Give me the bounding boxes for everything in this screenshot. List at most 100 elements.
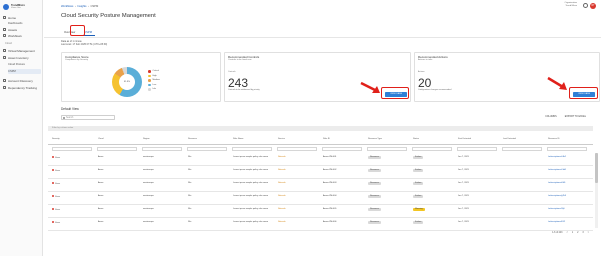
cell-rule-id: Azure-VM-001 xyxy=(323,156,337,158)
cell-cloud: Azure xyxy=(98,208,104,210)
page-3-button[interactable]: 3 xyxy=(582,232,583,234)
sidebar-item-account-discovery[interactable]: Account Discovery xyxy=(3,78,41,83)
cell-first: Jan 7, 2025 xyxy=(458,156,469,158)
donut-chart[interactable]: 51.3% xyxy=(112,67,142,97)
column-header[interactable]: Status xyxy=(413,138,419,140)
column-header[interactable]: Resource ID xyxy=(548,138,560,140)
columns-button[interactable]: COLUMNS xyxy=(545,116,557,118)
cell-severity: Error xyxy=(52,182,60,186)
workflow-icon xyxy=(3,34,6,37)
cell-rule-id: Azure-VM-004 xyxy=(323,195,337,197)
column-header[interactable]: Severity xyxy=(52,138,60,140)
column-header[interactable]: First Detected xyxy=(458,138,471,140)
export-button[interactable]: EXPORT TO EXCEL xyxy=(565,116,586,118)
column-header[interactable]: Service xyxy=(278,138,285,140)
value-caption: Controls to be addressed by priority xyxy=(228,89,260,91)
breadcrumb-current: CSPM xyxy=(90,5,99,8)
cell-region: westeurope xyxy=(143,169,154,171)
cell-rule: Lorem ipsum sample policy rule name xyxy=(233,182,268,184)
cell-type: Resource xyxy=(368,221,381,224)
cell-rid[interactable]: /subscriptions/a1b2 xyxy=(548,156,566,159)
page-2-button[interactable]: 2 xyxy=(577,232,578,234)
column-filter-input[interactable] xyxy=(502,147,542,151)
column-filter-input[interactable] xyxy=(547,147,587,151)
value-label: Controls xyxy=(228,71,236,73)
table-row[interactable]: Error Azure westeurope N/a Lorem ipsum sampl… xyxy=(48,218,593,231)
table-view-title[interactable]: Default View xyxy=(61,107,79,111)
column-filter-bar[interactable]: Filter by column value xyxy=(48,126,593,131)
column-header[interactable]: Cloud xyxy=(98,138,103,140)
sidebar-item-cloud-posture[interactable]: Cloud Posture xyxy=(8,62,41,67)
sidebar-item-workflows[interactable]: Workflows xyxy=(3,33,41,38)
card-subtitle: Compliance by Severity xyxy=(65,58,88,61)
cell-rid[interactable]: /subscriptions/k1l2 xyxy=(548,221,565,224)
cell-status: Warning xyxy=(413,208,425,211)
home-icon xyxy=(3,16,6,19)
column-header[interactable]: Resource xyxy=(188,138,197,140)
user-avatar[interactable]: RT xyxy=(590,3,596,9)
table-row[interactable]: Error Azure westeurope N/a Lorem ipsum sampl… xyxy=(48,166,593,179)
breadcrumb-workflows[interactable]: Workflows xyxy=(61,5,73,8)
cell-region: westeurope xyxy=(143,221,154,223)
column-filter-input[interactable] xyxy=(457,147,497,151)
sidebar-item-dependency-tracking[interactable]: Dependency Tracking xyxy=(3,85,41,90)
table-row[interactable]: Error Azure westeurope N/a Lorem ipsum sampl… xyxy=(48,179,593,192)
cell-status: Failure xyxy=(413,169,424,172)
column-filter-input[interactable] xyxy=(277,147,317,151)
cell-service: Network xyxy=(278,182,286,184)
cell-service: Network xyxy=(278,169,286,171)
column-filter-input[interactable] xyxy=(97,147,137,151)
sidebar-item-asset-inventory[interactable]: Asset Inventory xyxy=(3,55,41,60)
cell-service: Network xyxy=(278,195,286,197)
table-row[interactable]: Error Azure westeurope N/a Lorem ipsum sampl… xyxy=(48,153,593,166)
sidebar-item-cspm[interactable]: CSPM xyxy=(8,69,41,74)
cell-rid[interactable]: /subscriptions/i9j0 xyxy=(548,208,565,211)
red-arrow-icon xyxy=(547,76,567,90)
donut-center-value: 51.3% xyxy=(119,74,135,90)
page-1-button[interactable]: 1 xyxy=(572,232,573,234)
column-filter-input[interactable] xyxy=(52,147,92,151)
column-filter-input[interactable] xyxy=(187,147,227,151)
sidebar-item-home[interactable]: Home xyxy=(3,15,41,20)
breadcrumb-insights[interactable]: Insights xyxy=(77,5,86,8)
inventory-icon xyxy=(3,56,6,59)
column-header[interactable]: Last Detected xyxy=(503,138,516,140)
cell-status: Failure xyxy=(413,221,424,224)
scrollbar-thumb[interactable] xyxy=(595,153,598,183)
column-filter-input[interactable] xyxy=(367,147,407,151)
column-header[interactable]: Resource Type xyxy=(368,138,382,140)
column-filter-input[interactable] xyxy=(322,147,362,151)
column-filter-input[interactable] xyxy=(412,147,452,151)
prev-page-button[interactable]: < xyxy=(566,232,567,234)
column-header[interactable]: Rule Name xyxy=(233,138,243,140)
column-header[interactable]: Rule ID xyxy=(323,138,330,140)
organization-selector[interactable]: Organization Trend Micro xyxy=(565,2,577,8)
cell-first: Jan 7, 2025 xyxy=(458,169,469,171)
next-page-button[interactable]: > xyxy=(588,232,589,234)
column-header[interactable]: Region xyxy=(143,138,150,140)
table-header: Severity Cloud Region Resource Rule Name… xyxy=(48,137,593,145)
sidebar-item-assets[interactable]: Assets xyxy=(3,27,41,32)
column-filter-input[interactable] xyxy=(142,147,182,151)
top-bar: Workflows › Insights › CSPM Organization… xyxy=(44,0,601,11)
table-row[interactable]: Error Azure westeurope N/a Lorem ipsum sampl… xyxy=(48,205,593,218)
cell-resource: N/a xyxy=(188,156,192,158)
cell-service: Network xyxy=(278,208,286,210)
sidebar-item-virtual-management[interactable]: Virtual Management xyxy=(3,48,41,53)
cell-rid[interactable]: /subscriptions/c3d4 xyxy=(548,169,566,172)
table-row[interactable]: Error Azure westeurope N/a Lorem ipsum sampl… xyxy=(48,192,593,205)
header-divider xyxy=(44,37,601,38)
sidebar-item-dashboards[interactable]: Dashboards xyxy=(8,21,41,26)
settings-gear-icon[interactable] xyxy=(583,3,588,8)
search-input[interactable]: Search xyxy=(61,115,115,120)
cell-rid[interactable]: /subscriptions/g7h8 xyxy=(548,195,566,198)
cell-first: Jan 7, 2025 xyxy=(458,208,469,210)
legend-swatch xyxy=(148,70,151,73)
table-scrollbar[interactable] xyxy=(595,153,598,228)
cell-resource: N/a xyxy=(188,182,192,184)
legend-item[interactable]: Info xyxy=(148,87,160,92)
column-filter-input[interactable] xyxy=(232,147,272,151)
cell-status: Failure xyxy=(413,195,424,198)
card-subtitle: Controls to be fixed now xyxy=(228,58,252,61)
cell-rid[interactable]: /subscriptions/e5f6 xyxy=(548,182,565,185)
